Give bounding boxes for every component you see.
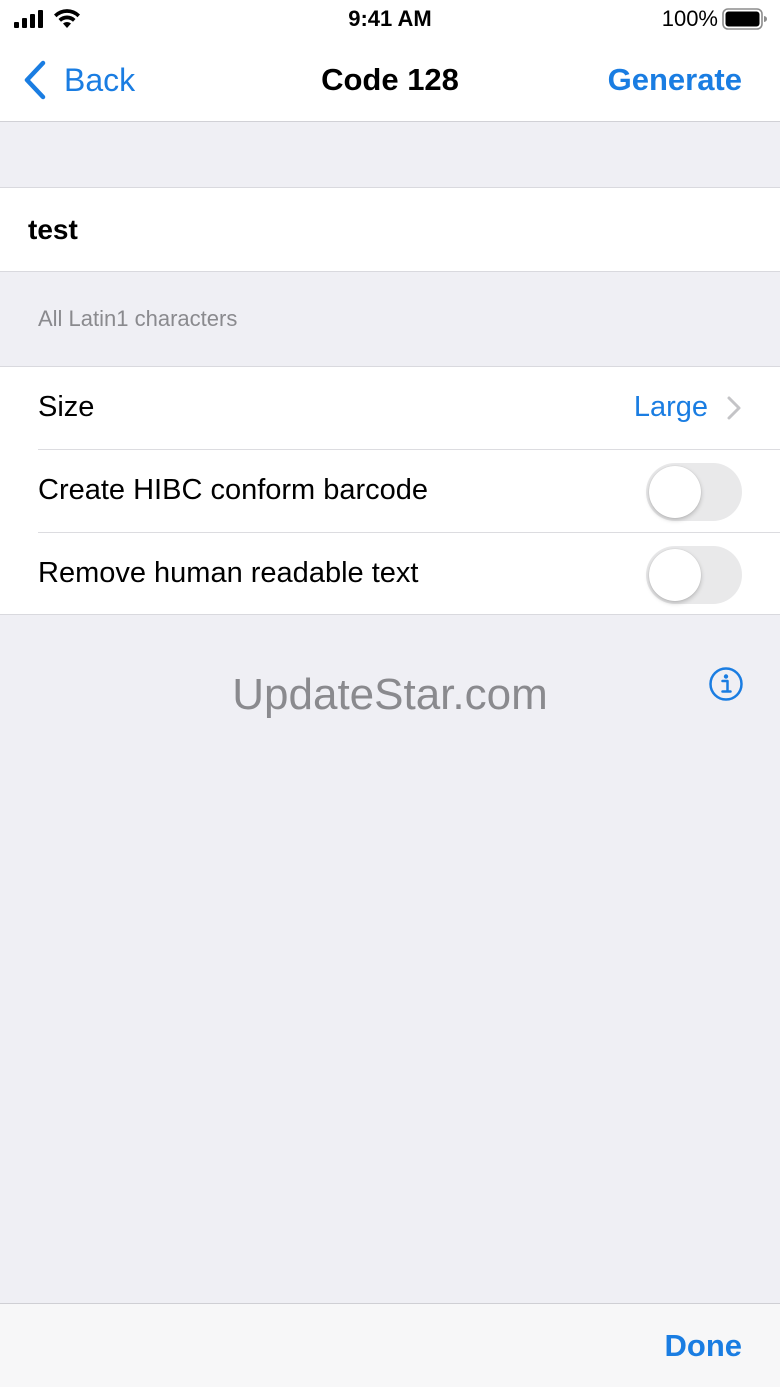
battery-icon xyxy=(722,8,767,30)
status-bar: 9:41 AM 100% xyxy=(0,0,780,40)
remove-text-row: Remove human readable text xyxy=(0,533,780,616)
hibc-label: Create HIBC conform barcode xyxy=(38,474,429,506)
hibc-toggle[interactable] xyxy=(646,463,742,521)
input-footnote: All Latin1 characters xyxy=(38,306,238,331)
battery-percentage: 100% xyxy=(661,6,718,31)
toggle-knob xyxy=(649,466,701,518)
toggle-knob xyxy=(649,549,701,601)
size-value: Large xyxy=(633,391,708,423)
barcode-content-cell xyxy=(0,187,780,272)
watermark: UpdateStar.com xyxy=(232,670,548,719)
generate-button[interactable]: Generate xyxy=(608,62,742,98)
done-button[interactable]: Done xyxy=(665,1328,743,1364)
barcode-content-input[interactable] xyxy=(28,206,748,254)
remove-text-label: Remove human readable text xyxy=(38,557,419,589)
chevron-right-icon xyxy=(727,396,741,420)
info-icon[interactable] xyxy=(708,666,744,702)
bottom-toolbar: Done xyxy=(0,1303,780,1387)
hibc-row: Create HIBC conform barcode xyxy=(0,450,780,533)
size-row[interactable]: Size Large xyxy=(0,367,780,450)
size-label: Size xyxy=(38,391,95,423)
remove-text-toggle[interactable] xyxy=(646,546,742,604)
settings-group: Size Large Create HIBC conform barcode R… xyxy=(0,366,780,615)
navigation-bar: Back Code 128 Generate xyxy=(0,40,780,122)
